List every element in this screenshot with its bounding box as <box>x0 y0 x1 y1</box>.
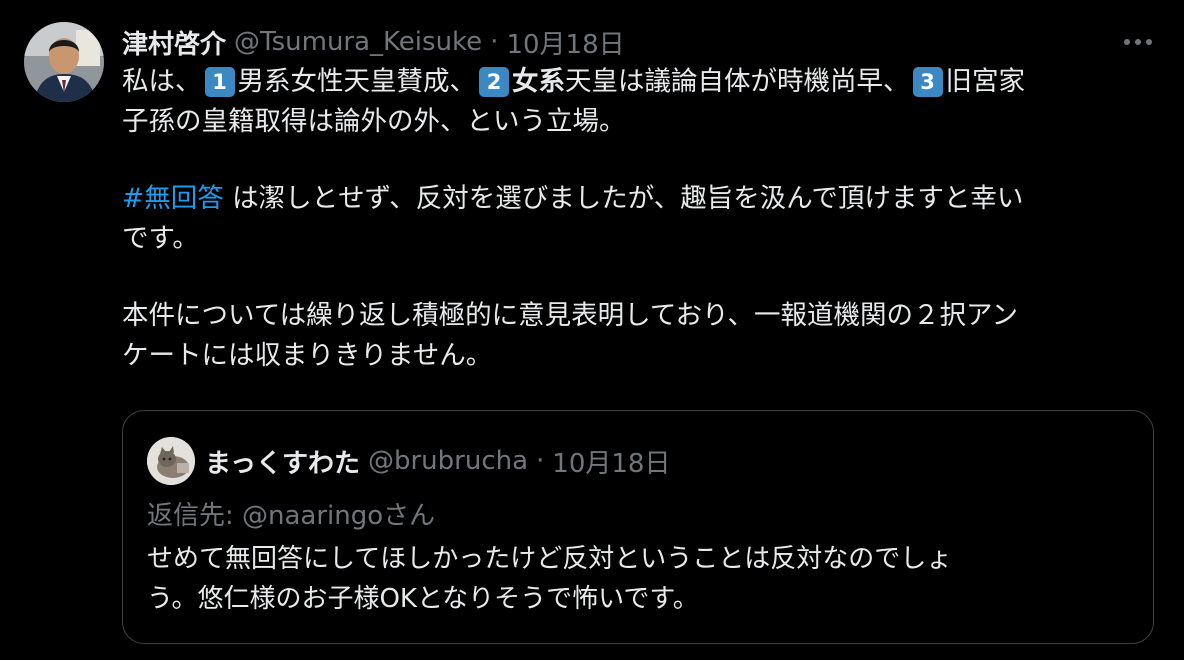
keycap-2-icon: 2 <box>479 67 509 97</box>
author-name[interactable]: 津村啓介 <box>122 24 226 61</box>
quote-author-avatar[interactable] <box>147 437 195 485</box>
quote-header-separator: · <box>536 446 545 476</box>
quote-line-1: せめて無回答にしてほしかったけど反対ということは反対なのでしょ <box>147 544 953 574</box>
quote-author-handle[interactable]: @brubrucha <box>368 446 528 476</box>
keycap-3-icon: 3 <box>912 67 943 97</box>
author-avatar[interactable] <box>24 22 104 102</box>
quote-reply-to[interactable]: 返信先: @naaringoさん <box>147 495 435 532</box>
author-handle[interactable]: @Tsumura_Keisuke <box>234 27 482 57</box>
quote-line-2: う。悠仁様のお子様OKとなりそうで怖いです。 <box>147 584 699 614</box>
tweet-line-5: 本件については繰り返し積極的に意見表明しており、一報道機関の２択アン <box>122 300 1018 331</box>
more-horizontal-icon[interactable] <box>1120 28 1156 56</box>
quote-text: せめて無回答にしてほしかったけど反対ということは反対なのでしょ う。悠仁様のお子… <box>147 539 1127 619</box>
tweet-line-3: #無回答 は潔しとせず、反対を選びましたが、趣旨を汲んで頂けますと幸い <box>122 183 1024 214</box>
tweet-date[interactable]: 10月18日 <box>506 24 624 61</box>
header-separator: · <box>490 27 499 57</box>
quote-date[interactable]: 10月18日 <box>552 443 670 480</box>
tweet-line-6: ケートには収まりきりません。 <box>122 340 493 371</box>
tweet-line-1: 私は、 1 男系女性天皇賛成、 2 女系天皇は議論自体が時機尚早、 3 旧宮家 <box>122 66 1025 97</box>
tweet-line-2: 子孫の皇籍取得は論外の外、という立場。 <box>122 106 626 137</box>
tweet-text: 私は、 1 男系女性天皇賛成、 2 女系天皇は議論自体が時機尚早、 3 旧宮家 子孫の皇籍取… <box>122 62 1152 376</box>
tweet-line-4: です。 <box>122 223 199 254</box>
quote-author-name[interactable]: まっくすわた <box>205 443 360 480</box>
quoted-tweet[interactable]: まっくすわた @brubrucha · 10月18日 返信先: @naaring… <box>122 410 1154 644</box>
quote-header: まっくすわた @brubrucha · 10月18日 <box>205 441 670 481</box>
tweet[interactable]: 津村啓介 @Tsumura_Keisuke · 10月18日 私は、 1 男系女性天… <box>0 0 1184 660</box>
tweet-header: 津村啓介 @Tsumura_Keisuke · 10月18日 <box>122 22 625 62</box>
hashtag-link[interactable]: #無回答 <box>122 183 224 214</box>
keycap-1-icon: 1 <box>204 67 235 97</box>
